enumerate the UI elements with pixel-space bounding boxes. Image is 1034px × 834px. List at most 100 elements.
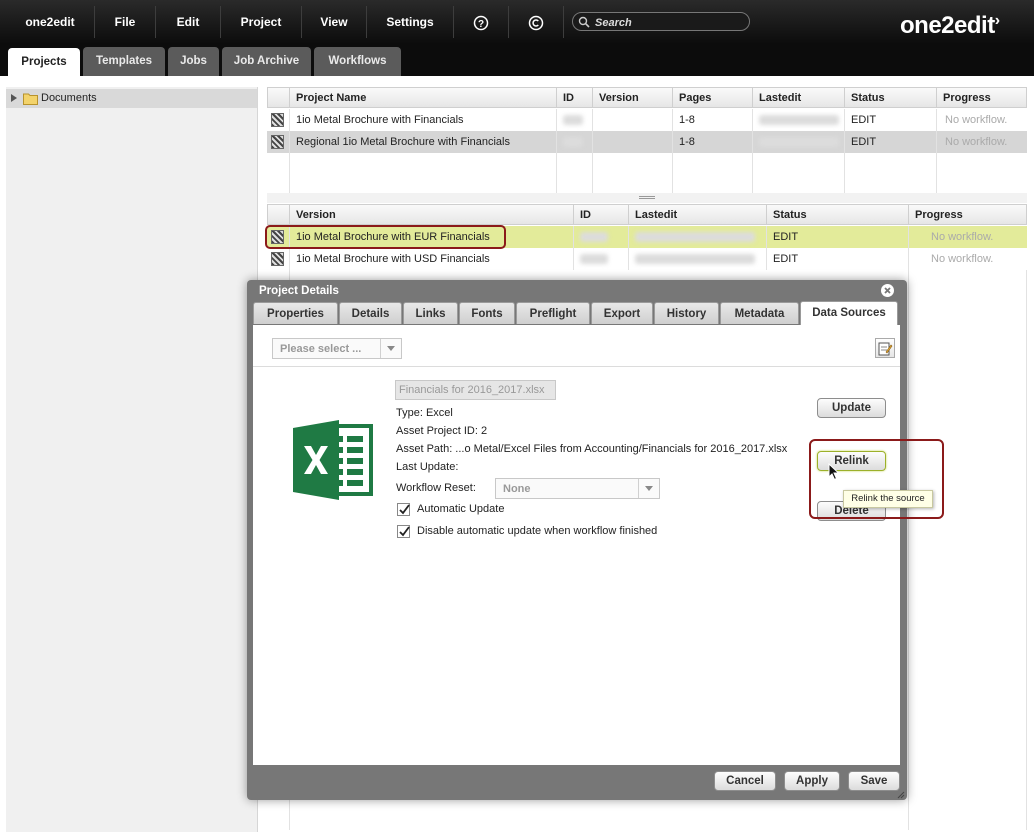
copyright-button[interactable] [509, 6, 564, 38]
split-handle[interactable] [267, 193, 1027, 203]
row-pages: 1-8 [672, 131, 752, 153]
chevron-down-icon [380, 339, 401, 358]
tab-properties[interactable]: Properties [253, 302, 338, 324]
tab-jobs[interactable]: Jobs [168, 47, 219, 76]
row-status: EDIT [766, 248, 908, 270]
row-project-name: Regional 1io Metal Brochure with Financi… [289, 131, 556, 153]
tab-history[interactable]: History [654, 302, 719, 324]
col-version[interactable]: Version [289, 204, 573, 225]
automatic-update-checkbox[interactable] [397, 503, 410, 516]
row-version [592, 109, 672, 131]
chevron-down-icon [638, 479, 659, 498]
tab-projects[interactable]: Projects [8, 48, 80, 76]
tab-details[interactable]: Details [339, 302, 402, 324]
col-id[interactable]: ID [556, 87, 592, 108]
checkmark-icon [399, 526, 410, 537]
update-button[interactable]: Update [817, 398, 886, 418]
cancel-button[interactable]: Cancel [714, 771, 776, 791]
col-pages[interactable]: Pages [672, 87, 752, 108]
checkmark-icon [399, 504, 410, 515]
logo-mark: › [994, 12, 1000, 29]
expand-arrow-icon[interactable] [11, 94, 17, 102]
automatic-update-label: Automatic Update [417, 503, 505, 515]
close-button[interactable] [881, 284, 894, 297]
empty-cell [844, 153, 936, 193]
col-project-name[interactable]: Project Name [289, 87, 556, 108]
table-row[interactable]: 1io Metal Brochure with Financials 1-8 E… [267, 109, 1027, 131]
row-status: EDIT [844, 109, 936, 131]
row-lastedit [628, 248, 766, 270]
data-source-select[interactable]: Please select ... [272, 338, 402, 359]
tab-job-archive[interactable]: Job Archive [222, 47, 311, 76]
excel-file-icon [293, 420, 373, 500]
row-status: EDIT [844, 131, 936, 153]
row-id [573, 248, 628, 270]
column-line [1026, 270, 1027, 830]
help-button[interactable]: ? [454, 6, 509, 38]
folder-icon [23, 93, 38, 105]
select-placeholder: Please select ... [280, 343, 362, 355]
search-icon [578, 16, 590, 28]
folder-tree-panel: Documents [6, 87, 258, 832]
menu-file[interactable]: File [95, 6, 156, 38]
row-version-name: 1io Metal Brochure with USD Financials [289, 248, 573, 270]
tree-item-documents[interactable]: Documents [6, 89, 257, 108]
col-status[interactable]: Status [844, 87, 936, 108]
project-details-dialog: Project Details Properties Details Links… [247, 280, 907, 800]
row-lastedit [752, 131, 844, 153]
workflow-reset-select[interactable]: None [495, 478, 660, 499]
asset-project-id-label: Asset Project ID: 2 [396, 425, 488, 437]
search-box[interactable] [572, 12, 750, 31]
table-row[interactable]: 1io Metal Brochure with USD Financials E… [267, 248, 1027, 270]
col-lastedit[interactable]: Lastedit [752, 87, 844, 108]
empty-cell [556, 153, 592, 193]
search-input[interactable] [593, 14, 747, 31]
empty-row [267, 153, 1027, 194]
col-progress[interactable]: Progress [908, 204, 1027, 225]
tab-templates[interactable]: Templates [83, 47, 165, 76]
save-button[interactable]: Save [848, 771, 900, 791]
select-value: None [503, 483, 531, 495]
tab-metadata[interactable]: Metadata [720, 302, 799, 324]
col-status[interactable]: Status [766, 204, 908, 225]
empty-cell [592, 153, 672, 193]
disable-auto-update-label: Disable automatic update when workflow f… [417, 525, 658, 537]
tab-links[interactable]: Links [403, 302, 458, 324]
tab-fonts[interactable]: Fonts [459, 302, 515, 324]
col-version[interactable]: Version [592, 87, 672, 108]
menu-edit[interactable]: Edit [156, 6, 221, 38]
menu-project[interactable]: Project [221, 6, 302, 38]
row-id [556, 109, 592, 131]
top-menu-bar: one2edit File Edit Project View Settings… [0, 0, 1034, 44]
tab-data-sources[interactable]: Data Sources [800, 301, 898, 325]
col-id[interactable]: ID [573, 204, 628, 225]
apply-button[interactable]: Apply [784, 771, 840, 791]
edit-source-button[interactable] [875, 338, 895, 358]
row-project-name: 1io Metal Brochure with Financials [289, 109, 556, 131]
document-icon [271, 113, 284, 127]
menu-settings[interactable]: Settings [367, 6, 454, 38]
col-progress[interactable]: Progress [936, 87, 1027, 108]
document-icon [271, 135, 284, 149]
document-icon [271, 252, 284, 266]
col-lastedit[interactable]: Lastedit [628, 204, 766, 225]
row-progress: No workflow. [936, 131, 1027, 153]
menu-brand[interactable]: one2edit [6, 6, 95, 38]
empty-cell [289, 153, 556, 193]
tab-preflight[interactable]: Preflight [516, 302, 590, 324]
resize-grip-icon[interactable] [897, 790, 905, 799]
row-pages: 1-8 [672, 109, 752, 131]
menu-view[interactable]: View [302, 6, 367, 38]
table-row[interactable]: Regional 1io Metal Brochure with Financi… [267, 131, 1027, 153]
tab-export[interactable]: Export [591, 302, 653, 324]
last-update-label: Last Update: [396, 461, 459, 473]
grid-header-icon [267, 204, 289, 225]
help-icon: ? [473, 15, 489, 31]
notepad-edit-icon [878, 342, 893, 356]
row-status: EDIT [766, 226, 908, 248]
row-id [573, 226, 628, 248]
main-tab-bar: Projects Templates Jobs Job Archive Work… [0, 44, 1034, 76]
asset-path-label: Asset Path: ...o Metal/Excel Files from … [396, 443, 788, 455]
disable-auto-update-checkbox[interactable] [397, 525, 410, 538]
tab-workflows[interactable]: Workflows [314, 47, 401, 76]
